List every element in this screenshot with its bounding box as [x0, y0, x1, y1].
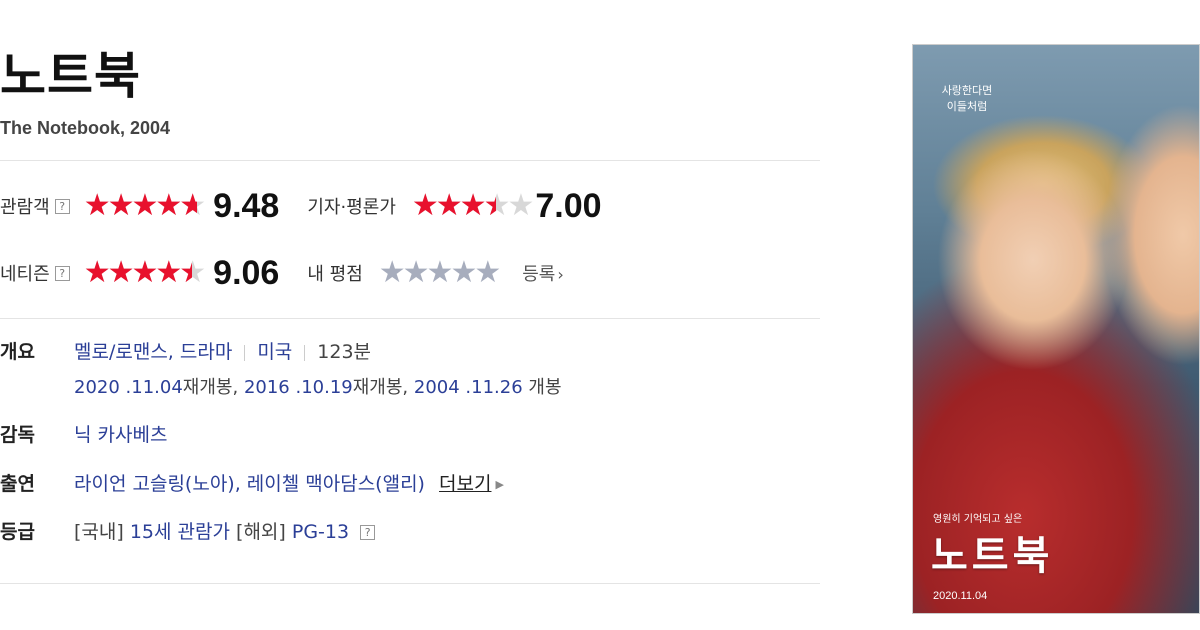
audience-score: 9.48	[213, 186, 280, 225]
netizen-stars: ★★★★★ ★★★★★	[83, 255, 206, 290]
page-title: 노트북	[0, 47, 141, 105]
critics-score: 7.00	[535, 186, 602, 225]
original-title-year: The Notebook, 2004	[0, 118, 171, 138]
poster-title: 노트북	[931, 533, 1054, 579]
director-label: 감독	[0, 424, 35, 446]
poster-tagline: 사랑한다면 이들처럼	[941, 84, 993, 113]
my-rating-label: 내 평점	[307, 264, 363, 285]
separator	[304, 344, 306, 361]
divider	[0, 583, 820, 584]
more-cast-link[interactable]: 더보기	[439, 473, 491, 495]
netizen-rating-label: 네티즌	[0, 264, 50, 285]
domestic-grade-link[interactable]: 15세 관람가	[130, 521, 230, 543]
release-date-link[interactable]: 2020 .11.04	[74, 377, 183, 398]
release-dates: 2020 .11.04재개봉, 2016 .10.19재개봉, 2004 .11…	[74, 377, 562, 398]
grade-values: [국내] 15세 관람가 [해외] PG-13 ?	[74, 519, 376, 545]
release-date-link[interactable]: 2004 .11.26	[414, 377, 523, 398]
grade-label: 등급	[0, 521, 35, 543]
audience-stars: ★★★★★ ★★★★★	[83, 188, 206, 223]
director-link[interactable]: 닉 카사베츠	[74, 422, 167, 448]
overview-values: 멜로/로맨스, 드라마 미국 123분	[74, 339, 371, 365]
cast-row: 출연 라이언 고슬링(노아), 레이첼 맥아담스(앨리) 더보기 ▶	[0, 471, 820, 499]
cast-values: 라이언 고슬링(노아), 레이첼 맥아담스(앨리) 더보기 ▶	[74, 471, 504, 498]
triangle-right-icon: ▶	[495, 477, 504, 491]
chevron-right-icon: ›	[557, 265, 564, 284]
overview-label: 개요	[0, 341, 35, 363]
register-label: 등록	[522, 264, 556, 285]
netizen-score: 9.06	[213, 253, 280, 292]
rating-row-bottom: 네티즌 ? ★★★★★ ★★★★★ 9.06 내 평점 ★★★★★ 등록 ›	[0, 253, 564, 293]
overseas-grade-link[interactable]: PG-13	[292, 521, 349, 543]
divider	[0, 318, 820, 319]
poster-date: 2020.11.04	[933, 590, 988, 602]
grade-row: 등급 [국내] 15세 관람가 [해외] PG-13 ?	[0, 519, 820, 547]
cast-label: 출연	[0, 473, 35, 495]
cast-links[interactable]: 라이언 고슬링(노아), 레이첼 맥아담스(앨리)	[74, 473, 425, 495]
my-rating-stars[interactable]: ★★★★★	[379, 258, 501, 288]
critics-rating-label: 기자·평론가	[307, 197, 396, 218]
movie-poster[interactable]: 사랑한다면 이들처럼 영원히 기억되고 싶은 노트북 2020.11.04	[912, 44, 1200, 614]
help-icon[interactable]: ?	[360, 525, 376, 540]
help-icon[interactable]: ?	[54, 198, 70, 214]
runtime: 123분	[317, 341, 372, 363]
release-date-link[interactable]: 2016 .10.19	[244, 377, 353, 398]
audience-rating-label: 관람객	[0, 197, 50, 218]
divider	[0, 160, 820, 161]
genre-link[interactable]: 멜로/로맨스, 드라마	[74, 341, 232, 363]
help-icon[interactable]: ?	[54, 265, 70, 281]
overview-row: 개요 멜로/로맨스, 드라마 미국 123분 2020 .11.04재개봉, 201…	[0, 339, 820, 409]
country-link[interactable]: 미국	[257, 341, 292, 363]
rating-row-top: 관람객 ? ★★★★★★★★★★ 9.48 기자·평론가 ★★★★★★★★★★ …	[0, 186, 602, 226]
separator	[244, 344, 246, 361]
critics-stars: ★★★★★★★★★★	[411, 188, 534, 223]
director-row: 감독 닉 카사베츠	[0, 422, 820, 450]
register-rating-button[interactable]: 등록 ›	[522, 260, 564, 286]
